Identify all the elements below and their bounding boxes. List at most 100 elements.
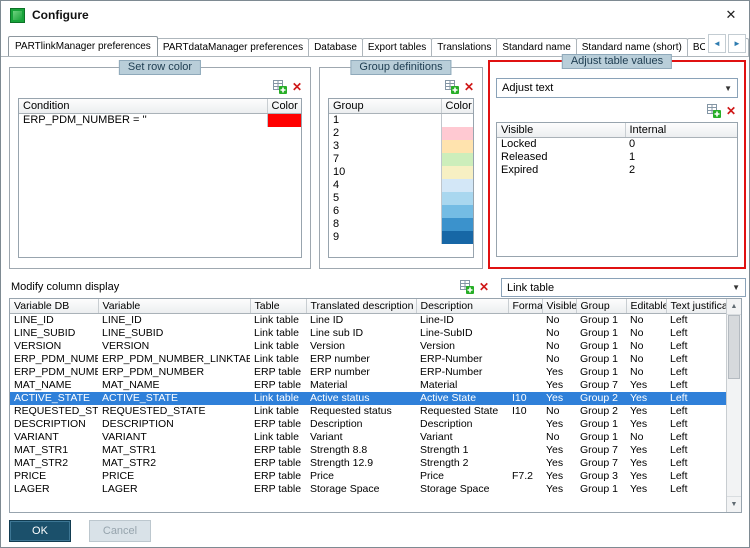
column-header-visible[interactable]: Visible [542,299,576,314]
set-row-color-group: Set row color ✕ ConditionColor ERP_PDM_N… [9,67,311,269]
tab-partdatamanager-preferences[interactable]: PARTdataManager preferences [157,38,309,56]
big-table-header-row: Variable DBVariableTableTranslated descr… [10,299,726,314]
delete-row-icon[interactable]: ✕ [292,81,302,94]
add-value-icon[interactable] [707,104,721,118]
column-header-description[interactable]: Description [416,299,508,314]
color-swatch[interactable] [441,153,473,166]
table-row[interactable]: DESCRIPTIONDESCRIPTIONERP tableDescripti… [10,418,726,431]
groupdef-header-group[interactable]: Group [329,99,441,114]
table-row[interactable]: LINE_SUBIDLINE_SUBIDLink tableLine sub I… [10,327,726,340]
group-row[interactable]: 2 [329,127,473,140]
group-row[interactable]: 5 [329,192,473,205]
table-row[interactable]: LINE_IDLINE_IDLink tableLine IDLine-IDNo… [10,314,726,328]
internal-value: 1 [625,151,737,164]
column-header-group[interactable]: Group [576,299,626,314]
table-row[interactable]: REQUESTED_STATEREQUESTED_STATELink table… [10,405,726,418]
table-row[interactable]: VARIANTVARIANTLink tableVariantVariantNo… [10,431,726,444]
chevron-down-icon: ▼ [724,84,732,93]
table-row[interactable]: ACTIVE_STATEACTIVE_STATELink tableActive… [10,392,726,405]
table-selector-dropdown[interactable]: Link table ▼ [501,278,746,297]
tab-translations[interactable]: Translations [431,38,497,56]
ok-button[interactable]: OK [9,520,71,542]
value-row[interactable]: Expired2 [497,164,737,177]
column-header-table[interactable]: Table [250,299,306,314]
internal-value: 2 [625,164,737,177]
table-row[interactable]: ERP_PDM_NUMBERERP_PDM_NUMBERERP tableERP… [10,366,726,379]
color-swatch[interactable] [441,231,473,244]
group-definitions-toolbar: ✕ [445,80,474,94]
tab-database[interactable]: Database [308,38,363,56]
tab-scroll-left-icon[interactable]: ◄ [708,34,726,53]
table-row[interactable]: ERP_PDM_NUMBERERP_PDM_NUMBER_LINKTABLELi… [10,353,726,366]
table-row[interactable]: MAT_STR2MAT_STR2ERP tableStrength 12.9St… [10,457,726,470]
tab-export-tables[interactable]: Export tables [362,38,432,56]
group-number: 10 [329,166,441,179]
group-number: 4 [329,179,441,192]
delete-group-icon[interactable]: ✕ [464,81,474,94]
table-selector-value: Link table [507,282,554,294]
big-table-body: LINE_IDLINE_IDLink tableLine IDLine-IDNo… [10,314,726,497]
group-row[interactable]: 6 [329,205,473,218]
column-header-translated-description[interactable]: Translated description [306,299,416,314]
delete-value-icon[interactable]: ✕ [726,105,736,118]
group-row[interactable]: 9 [329,231,473,244]
set-row-color-table: ConditionColor ERP_PDM_NUMBER = '' [18,98,302,258]
column-header-variable-db[interactable]: Variable DB [10,299,98,314]
add-row-icon[interactable] [273,80,287,94]
column-header-format[interactable]: Format [508,299,542,314]
color-swatch[interactable] [267,114,301,128]
color-swatch[interactable] [441,127,473,140]
tab-scroll-right-icon[interactable]: ► [728,34,746,53]
add-column-icon[interactable] [460,280,474,294]
set-row-color-title: Set row color [119,60,201,75]
group-row[interactable]: 8 [329,218,473,231]
column-header-editable[interactable]: Editable [626,299,666,314]
adjust-header-visible[interactable]: Visible [497,123,625,138]
adjust-mode-dropdown[interactable]: Adjust text ▼ [496,78,738,98]
close-icon[interactable]: ✕ [722,6,740,24]
color-swatch[interactable] [441,218,473,231]
visible-value: Released [497,151,625,164]
condition-header-color[interactable]: Color [267,99,301,114]
group-row[interactable]: 4 [329,179,473,192]
scrollbar-thumb[interactable] [728,315,740,379]
add-group-icon[interactable] [445,80,459,94]
column-header-variable[interactable]: Variable [98,299,250,314]
column-header-text-justification[interactable]: Text justification [666,299,726,314]
color-swatch[interactable] [441,114,473,128]
group-number: 6 [329,205,441,218]
group-definitions-header-row: GroupColor [329,99,473,114]
value-row[interactable]: Locked0 [497,138,737,152]
group-row[interactable]: 10 [329,166,473,179]
condition-row[interactable]: ERP_PDM_NUMBER = '' [19,114,301,128]
set-row-color-body: ERP_PDM_NUMBER = '' [19,114,301,128]
adjust-values-body: Locked0Released1Expired2 [497,138,737,178]
value-row[interactable]: Released1 [497,151,737,164]
group-definitions-title: Group definitions [350,60,451,75]
color-swatch[interactable] [441,192,473,205]
color-swatch[interactable] [441,205,473,218]
table-row[interactable]: MAT_NAMEMAT_NAMEERP tableMaterialMateria… [10,379,726,392]
scroll-down-icon[interactable]: ▼ [727,496,741,512]
modify-column-toolbar: ✕ [460,280,489,294]
adjust-header-internal[interactable]: Internal [625,123,737,138]
color-swatch[interactable] [441,166,473,179]
group-row[interactable]: 7 [329,153,473,166]
tab-partlinkmanager-preferences[interactable]: PARTlinkManager preferences [8,36,158,57]
delete-column-icon[interactable]: ✕ [479,281,489,294]
table-row[interactable]: PRICEPRICEERP tablePricePriceF7.2YesGrou… [10,470,726,483]
table-row[interactable]: LAGERLAGERERP tableStorage SpaceStorage … [10,483,726,496]
color-swatch[interactable] [441,140,473,153]
group-number: 2 [329,127,441,140]
group-row[interactable]: 1 [329,114,473,128]
color-swatch[interactable] [441,179,473,192]
groupdef-header-color[interactable]: Color [441,99,473,114]
cancel-button[interactable]: Cancel [89,520,151,542]
scroll-up-icon[interactable]: ▲ [727,299,741,315]
table-row[interactable]: VERSIONVERSIONLink tableVersionVersionNo… [10,340,726,353]
internal-value: 0 [625,138,737,152]
vertical-scrollbar[interactable]: ▲ ▼ [726,299,741,512]
condition-header-condition[interactable]: Condition [19,99,267,114]
group-row[interactable]: 3 [329,140,473,153]
table-row[interactable]: MAT_STR1MAT_STR1ERP tableStrength 8.8Str… [10,444,726,457]
